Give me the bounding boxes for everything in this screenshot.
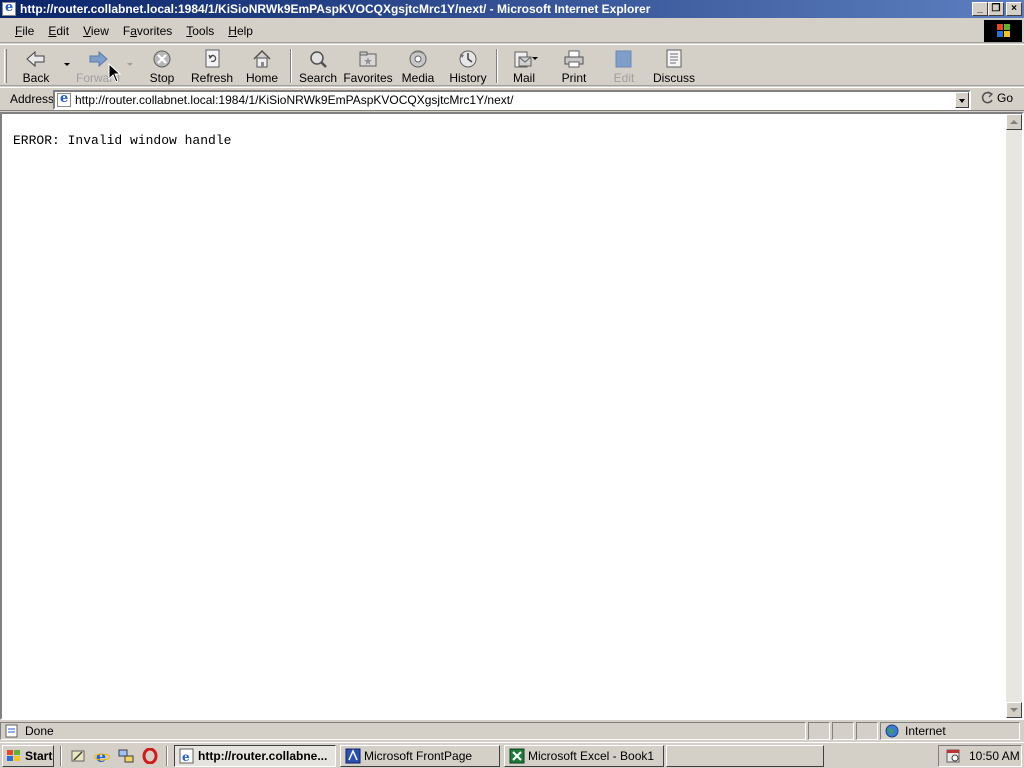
discuss-icon [663,49,685,69]
search-icon [307,49,329,69]
go-arrow-icon [980,91,994,105]
edit-page-icon [613,49,635,69]
scroll-up-button[interactable] [1006,114,1022,130]
discuss-button[interactable]: Discuss [652,47,696,85]
browser-viewport: ERROR: Invalid window handle [0,112,1024,720]
toolbar-separator [496,49,498,83]
stop-button[interactable]: Stop [146,47,178,85]
mail-dropdown-arrow[interactable] [532,57,538,60]
home-icon [251,49,273,69]
window-controls: _ ❐ × [972,2,1022,16]
forward-arrow-icon [87,49,109,69]
title-bar[interactable]: http://router.collabnet.local:1984/1/KiS… [0,0,1024,18]
status-pane-blank [856,722,878,740]
quicklaunch-ie-icon[interactable]: e [94,747,110,766]
menu-tools[interactable]: Tools [179,24,221,38]
vertical-scrollbar[interactable] [1006,114,1022,718]
menu-view[interactable]: View [76,24,116,38]
status-text-pane: Done [0,722,806,740]
print-button[interactable]: Print [556,47,592,85]
history-button[interactable]: History [448,47,488,85]
frontpage-icon [345,748,361,764]
ie-page-icon: e [179,748,195,764]
svg-text:e: e [182,750,190,764]
ie-page-icon [2,0,16,16]
task-button-frontpage[interactable]: Microsoft FrontPage [340,745,500,767]
edit-button[interactable]: Edit [608,47,640,85]
globe-icon [885,724,899,738]
taskbar: Start e e http://router.collabne... Micr… [0,742,1024,768]
mouse-cursor-icon [108,63,122,83]
windows-flag-icon [997,24,1011,38]
history-icon [457,49,479,69]
media-button[interactable]: Media [400,47,436,85]
standard-toolbar: Back Forward Stop Refresh Home Search Fa… [0,44,1024,86]
taskbar-separator [166,746,168,766]
taskbar-separator [60,746,62,766]
refresh-button[interactable]: Refresh [190,47,234,85]
menu-bar: File Edit View Favorites Tools Help [0,19,1024,43]
windows-logo-throbber [984,20,1022,42]
home-button[interactable]: Home [244,47,280,85]
back-dropdown-arrow[interactable] [64,63,70,66]
tray-scheduler-icon[interactable] [945,748,961,764]
status-pane-lock [832,722,854,740]
windows-flag-icon [6,749,22,763]
address-label: Address [10,92,55,106]
task-button-empty[interactable] [666,745,824,767]
toolbar-grip[interactable] [4,49,7,83]
menu-help[interactable]: Help [221,24,260,38]
page-done-icon [5,724,19,738]
svg-text:e: e [96,748,106,764]
address-dropdown-button[interactable] [955,92,969,108]
menu-favorites[interactable]: Favorites [116,24,179,38]
quicklaunch-opera-icon[interactable] [142,747,158,765]
media-icon [407,49,429,69]
address-url[interactable]: http://router.collabnet.local:1984/1/KiS… [75,93,513,107]
restore-button[interactable]: ❐ [988,2,1004,16]
favorites-button[interactable]: Favorites [343,47,393,85]
page-body: ERROR: Invalid window handle [2,114,1008,718]
back-button[interactable]: Back [18,47,54,85]
status-pane-progress [808,722,830,740]
address-bar: Address http://router.collabnet.local:19… [0,87,1024,111]
address-input[interactable]: http://router.collabnet.local:1984/1/KiS… [53,90,971,110]
status-bar: Done Internet [0,721,1024,741]
minimize-button[interactable]: _ [972,2,988,16]
go-button[interactable]: Go [980,91,1013,105]
task-button-ie[interactable]: e http://router.collabne... [174,745,336,767]
printer-icon [563,49,585,69]
stop-icon [151,49,173,69]
back-arrow-icon [25,49,47,69]
quicklaunch-desktop-icon[interactable] [70,748,86,764]
task-button-excel[interactable]: Microsoft Excel - Book1 [504,745,664,767]
forward-dropdown-arrow[interactable] [127,63,133,66]
error-message: ERROR: Invalid window handle [13,133,232,148]
menu-file[interactable]: File [8,24,41,38]
quicklaunch-network-icon[interactable] [118,748,134,764]
excel-icon [509,748,525,764]
start-button[interactable]: Start [2,745,54,767]
menu-edit[interactable]: Edit [41,24,76,38]
page-icon [57,91,71,107]
close-button[interactable]: × [1006,2,1022,16]
scroll-down-button[interactable] [1006,702,1022,718]
system-tray: 10:50 AM [938,745,1022,767]
toolbar-separator [290,49,292,83]
search-button[interactable]: Search [298,47,338,85]
refresh-icon [201,49,223,69]
window-title: http://router.collabnet.local:1984/1/KiS… [20,2,651,16]
mail-button[interactable]: Mail [506,47,542,85]
clock[interactable]: 10:50 AM [969,749,1020,763]
favorites-icon [357,49,379,69]
security-zone-pane[interactable]: Internet [880,722,1020,740]
